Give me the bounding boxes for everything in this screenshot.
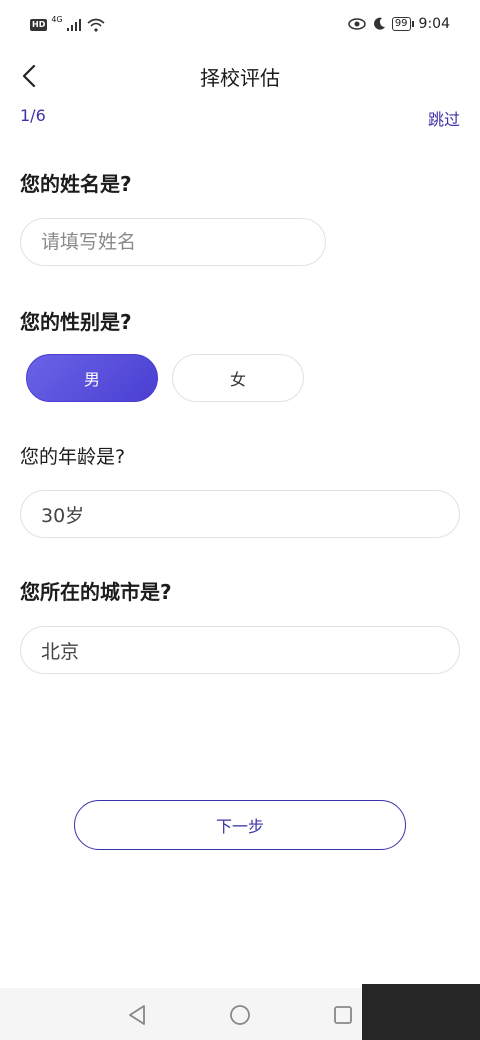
status-right: 99 9:04: [348, 16, 450, 32]
watermark-overlay: [362, 984, 480, 1040]
status-bar: HD 4G 99 9:04: [0, 0, 480, 54]
gender-female-button[interactable]: 女: [172, 354, 304, 402]
network-type: 4G: [51, 15, 63, 24]
status-left: HD 4G: [30, 15, 105, 32]
nav-bar: 择校评估: [0, 54, 480, 98]
gender-question: 您的性别是?: [20, 310, 132, 334]
eye-icon: [348, 18, 366, 30]
name-question: 您的姓名是?: [20, 172, 132, 196]
status-time: 9:04: [418, 16, 450, 32]
gender-male-label: 男: [83, 370, 100, 389]
circle-home-icon[interactable]: [227, 1002, 253, 1028]
step-counter: 1/6: [20, 106, 46, 125]
progress-row: 1/6 跳过: [20, 106, 460, 130]
signal-icon: [66, 19, 81, 31]
age-input[interactable]: [20, 490, 460, 538]
moon-icon: [373, 17, 385, 30]
skip-link[interactable]: 跳过: [428, 106, 460, 130]
city-question: 您所在的城市是?: [20, 580, 172, 604]
next-button[interactable]: 下一步: [74, 800, 406, 850]
square-recents-icon[interactable]: [330, 1002, 356, 1028]
hd-badge: HD: [30, 19, 48, 31]
city-input[interactable]: [20, 626, 460, 674]
age-question: 您的年龄是?: [20, 446, 126, 468]
name-input[interactable]: [20, 218, 326, 266]
page-title: 择校评估: [200, 66, 280, 90]
gender-male-button[interactable]: 男: [26, 354, 158, 402]
gender-female-label: 女: [229, 370, 246, 389]
triangle-back-icon[interactable]: [124, 1002, 150, 1028]
next-button-label: 下一步: [215, 817, 264, 836]
battery-indicator: 99: [391, 17, 414, 31]
wifi-icon: [87, 18, 105, 32]
